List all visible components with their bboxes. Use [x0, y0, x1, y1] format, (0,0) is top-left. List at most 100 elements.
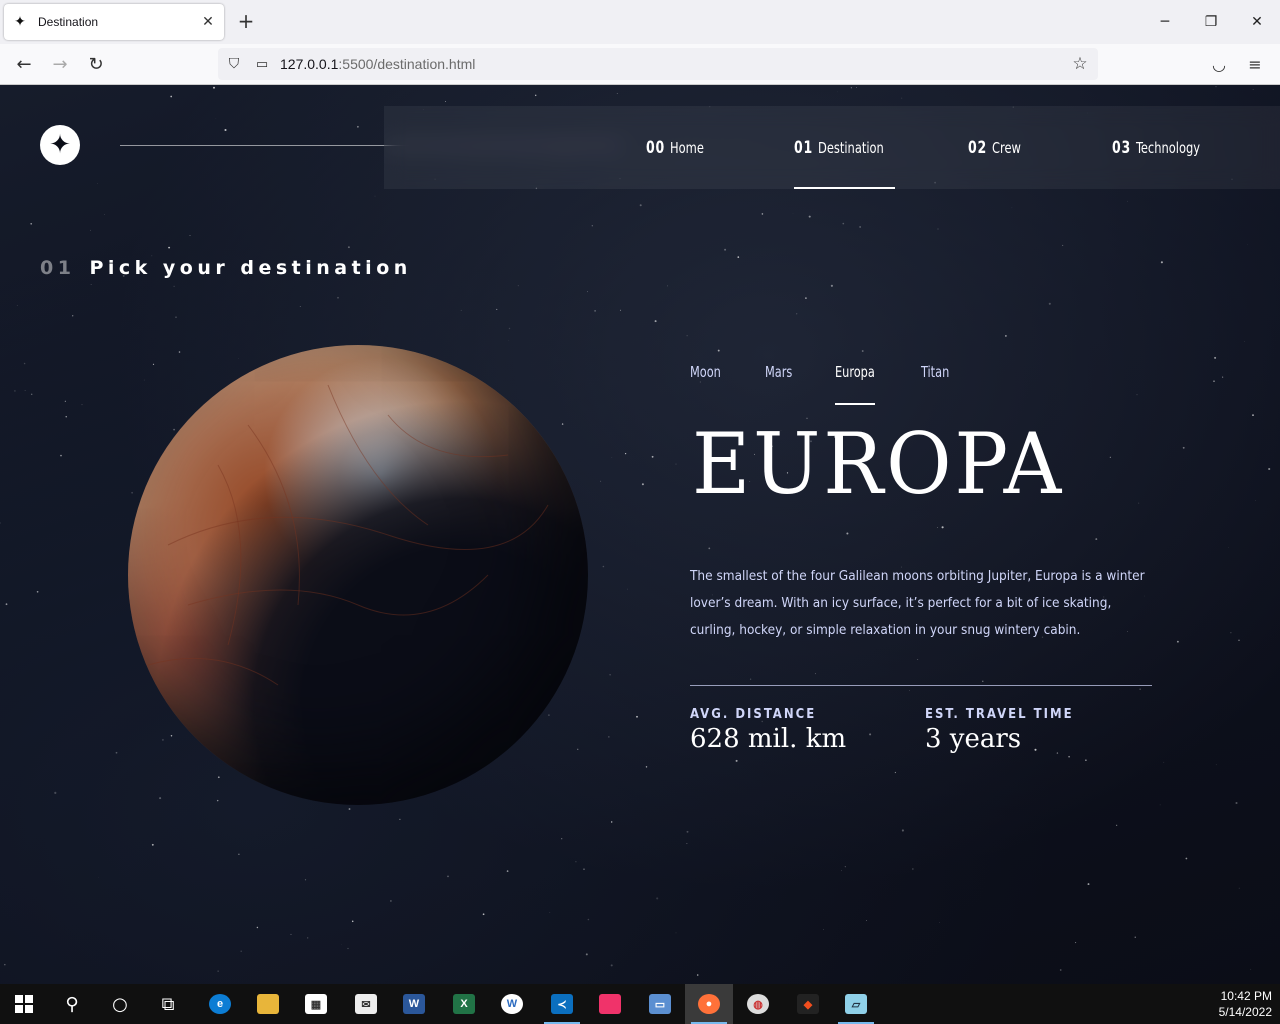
url-text[interactable]: 127.0.0.1:5500/destination.html: [280, 56, 1068, 72]
star-dot: [686, 843, 688, 844]
figma-icon[interactable]: ◆: [784, 984, 832, 1024]
paint-icon[interactable]: ◍: [734, 984, 782, 1024]
reload-button[interactable]: ↻: [81, 50, 111, 80]
star-dot: [1139, 688, 1141, 690]
star-dot: [624, 452, 627, 455]
star-dot: [90, 284, 92, 285]
page-viewport: ✦ 00 Home 01 Destination 02 Crew 03 Tech…: [0, 85, 1280, 984]
word-icon[interactable]: W: [390, 984, 438, 1024]
star-dot: [583, 868, 585, 870]
star-dot: [1252, 414, 1254, 416]
url-host: 127.0.0.1: [280, 56, 339, 72]
star-dot: [5, 603, 8, 606]
bookmark-star-icon[interactable]: ☆: [1068, 54, 1092, 74]
star-dot: [1250, 968, 1252, 970]
menu-icon[interactable]: ≡: [1240, 50, 1270, 80]
tab-label: Moon: [690, 363, 721, 381]
star-dot: [641, 483, 644, 486]
nav-item-destination[interactable]: 01 Destination: [794, 106, 896, 189]
star-dot: [1185, 857, 1188, 860]
star-dot: [627, 588, 628, 590]
stat-value: 628 mil. km: [690, 724, 847, 754]
star-dot: [645, 766, 648, 768]
star-dot: [1011, 207, 1013, 209]
nav-number: 00: [646, 137, 666, 158]
star-dot: [115, 751, 118, 754]
nav-item-crew[interactable]: 02 Crew: [968, 106, 1026, 189]
browser-tab-bar: ✦ Destination ✕ + ─ ❐ ✕: [0, 0, 1280, 44]
star-dot: [131, 491, 133, 494]
address-bar[interactable]: ⛉ ▭ 127.0.0.1:5500/destination.html ☆: [218, 48, 1098, 80]
star-dot: [1176, 640, 1179, 643]
nav-item-technology[interactable]: 03 Technology: [1112, 106, 1211, 189]
tab-label: Europa: [835, 363, 876, 381]
star-dot: [299, 305, 301, 308]
tab-label: Titan: [920, 363, 949, 381]
star-dot: [54, 791, 57, 794]
restore-button[interactable]: ❐: [1188, 6, 1234, 38]
nav-item-home[interactable]: 00 Home: [646, 106, 710, 189]
tab-europa[interactable]: Europa: [835, 363, 882, 405]
search-icon[interactable]: ⚲: [48, 984, 96, 1024]
star-dot: [861, 350, 864, 352]
avg-distance-stat: AVG. DISTANCE 628 mil. km: [690, 707, 846, 754]
excel-icon[interactable]: X: [440, 984, 488, 1024]
wps-icon[interactable]: W: [488, 984, 536, 1024]
star-dot: [1087, 883, 1090, 886]
star-dot: [64, 400, 66, 402]
start-windows-icon[interactable]: [0, 984, 48, 1024]
star-dot: [1062, 244, 1064, 246]
star-dot: [841, 870, 842, 872]
forward-button[interactable]: →: [45, 50, 75, 80]
cortana-circle-icon[interactable]: ○: [96, 984, 144, 1024]
new-tab-button[interactable]: +: [232, 8, 260, 36]
star-dot: [4, 963, 6, 966]
star-dot: [616, 93, 618, 94]
remote-desktop-icon[interactable]: ▭: [636, 984, 684, 1024]
star-dot: [1138, 502, 1140, 504]
close-tab-icon[interactable]: ✕: [196, 14, 220, 30]
star-dot: [173, 428, 176, 431]
mail-icon[interactable]: ✉: [342, 984, 390, 1024]
tab-moon[interactable]: Moon: [690, 363, 727, 405]
close-window-button[interactable]: ✕: [1234, 6, 1280, 38]
star-dot: [937, 228, 939, 230]
star-dot: [390, 900, 392, 902]
star-dot: [374, 195, 376, 197]
minimize-button[interactable]: ─: [1142, 6, 1188, 38]
star-dot: [1068, 755, 1070, 758]
tab-mars[interactable]: Mars: [765, 363, 798, 405]
system-clock[interactable]: 10:42 PM 5/14/2022: [1219, 988, 1272, 1020]
store-icon[interactable]: ▦: [292, 984, 340, 1024]
windows-taskbar: ⚲ ○ ⧉ e ▦ ✉ W X W ≺ ▭ ● ◍ ◆ ▱ 10:42 PM 5…: [0, 984, 1280, 1024]
favicon-star-icon: ✦: [14, 14, 26, 30]
star-dot: [610, 964, 613, 967]
site-logo[interactable]: ✦: [40, 125, 80, 165]
star-dot: [447, 875, 449, 878]
star-dot: [1005, 335, 1007, 337]
vscode-icon[interactable]: ≺: [538, 984, 586, 1024]
star-dot: [0, 522, 1, 524]
notepad-icon[interactable]: ▱: [832, 984, 880, 1024]
page-icon: ▭: [255, 56, 269, 72]
star-dot: [482, 913, 485, 916]
star-dot: [1159, 804, 1161, 806]
destination-description: The smallest of the four Galilean moons …: [690, 568, 1145, 638]
back-button[interactable]: ←: [9, 50, 39, 80]
star-dot: [104, 213, 105, 215]
star-dot: [850, 87, 853, 89]
app-pink-icon[interactable]: [586, 984, 634, 1024]
tab-titan[interactable]: Titan: [921, 363, 955, 405]
edge-browser-icon[interactable]: e: [196, 984, 244, 1024]
star-dot: [696, 974, 699, 976]
firefox-icon[interactable]: ●: [685, 984, 733, 1024]
browser-tab[interactable]: ✦ Destination ✕: [4, 4, 224, 40]
task-view-icon[interactable]: ⧉: [144, 984, 192, 1024]
star-dot: [1214, 356, 1217, 359]
star-dot: [238, 853, 240, 855]
file-explorer-icon[interactable]: [244, 984, 292, 1024]
star-dot: [1238, 639, 1240, 641]
pocket-icon[interactable]: ◡: [1204, 50, 1234, 80]
star-dot: [217, 776, 220, 779]
shield-icon[interactable]: ⛉: [226, 56, 242, 72]
